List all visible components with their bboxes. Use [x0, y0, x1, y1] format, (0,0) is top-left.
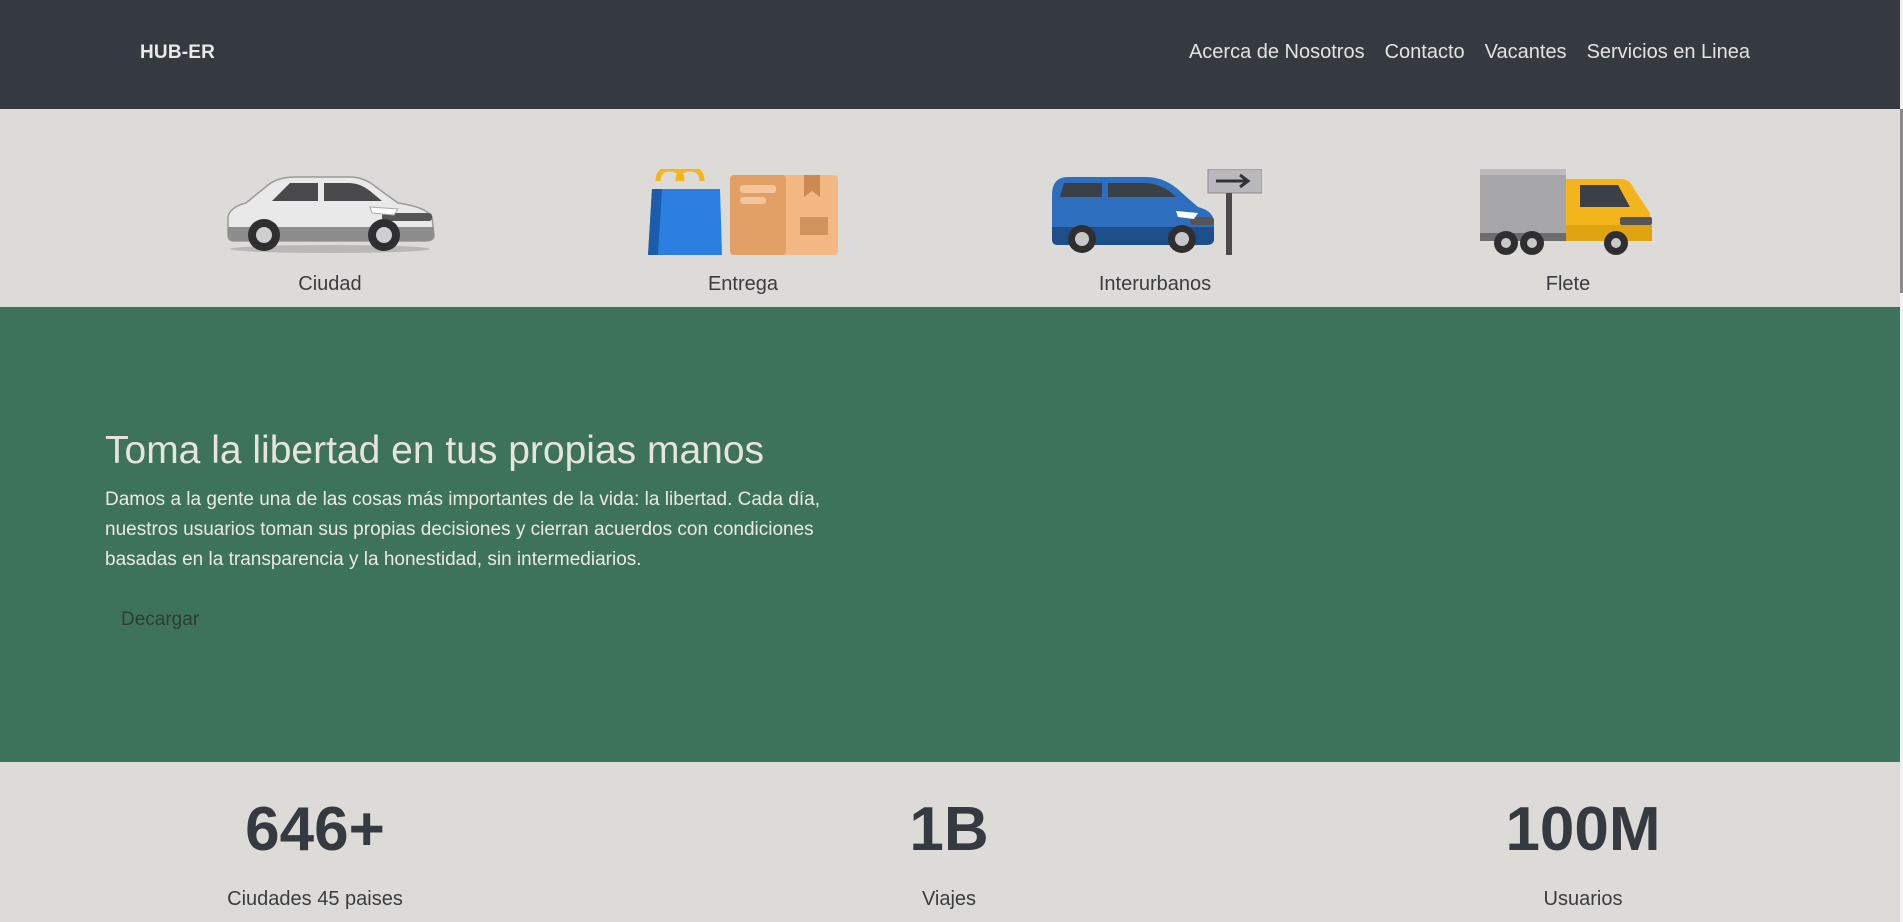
nav-link-vacantes[interactable]: Vacantes	[1485, 41, 1567, 64]
stat-value: 100M	[1505, 795, 1661, 864]
stat-label: Viajes	[921, 888, 977, 910]
service-entrega[interactable]: Entrega	[593, 109, 893, 307]
delivery-icon	[648, 169, 838, 255]
stat-value: 646+	[245, 795, 385, 864]
service-label: Ciudad	[298, 273, 362, 295]
van-icon	[1052, 169, 1262, 255]
nav-links: Acerca de Nosotros Contacto Vacantes Ser…	[1189, 41, 1750, 64]
service-label: Flete	[1545, 273, 1591, 295]
download-button[interactable]: Decargar	[105, 603, 215, 637]
service-label: Entrega	[707, 273, 779, 295]
stat-label: Ciudades 45 paises	[227, 888, 403, 910]
service-interurbanos[interactable]: Interurbanos	[1005, 109, 1305, 307]
nav-link-acerca[interactable]: Acerca de Nosotros	[1189, 41, 1365, 64]
navbar: HUB-ER Acerca de Nosotros Contacto Vacan…	[0, 0, 1903, 109]
stat-label: Usuarios	[1543, 888, 1623, 910]
brand-logo[interactable]: HUB-ER	[140, 42, 215, 64]
services-section: Ciudad Entrega Interurbanos Flete	[0, 109, 1900, 307]
service-label: Interurbanos	[1098, 273, 1212, 295]
service-ciudad[interactable]: Ciudad	[180, 109, 480, 307]
truck-icon	[1480, 169, 1652, 255]
stats-section: 646+ Ciudades 45 paises 1B Viajes 100M U…	[0, 762, 1900, 922]
hero-text: Damos a la gente una de las cosas más im…	[105, 489, 821, 570]
hero-title: Toma la libertad en tus propias manos	[105, 429, 765, 472]
page: HUB-ER Acerca de Nosotros Contacto Vacan…	[0, 0, 1903, 922]
nav-link-contacto[interactable]: Contacto	[1385, 41, 1465, 64]
service-flete[interactable]: Flete	[1418, 109, 1718, 307]
car-icon	[227, 176, 435, 253]
stat-value: 1B	[909, 795, 989, 864]
hero-section: Toma la libertad en tus propias manos Da…	[0, 307, 1900, 762]
nav-link-servicios[interactable]: Servicios en Linea	[1587, 41, 1750, 64]
